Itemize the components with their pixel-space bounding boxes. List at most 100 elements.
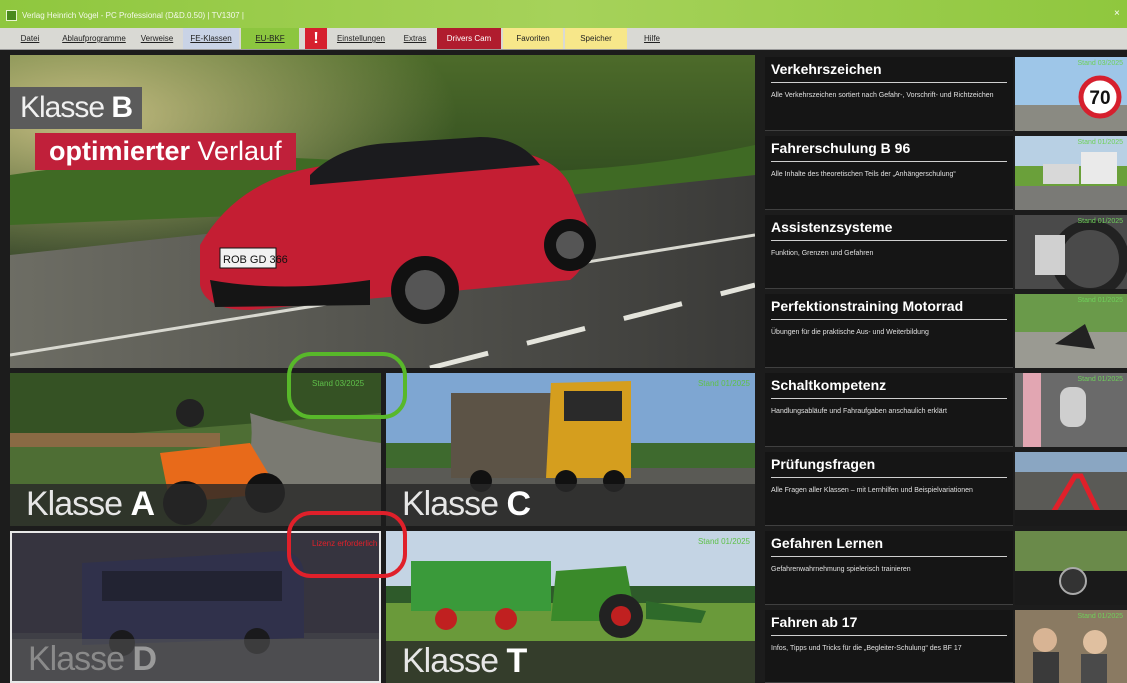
menu-drivers-cam[interactable]: Drivers Cam (437, 28, 501, 49)
dashboard-photo (1015, 531, 1127, 605)
menu-favoriten-label: Favoriten (516, 34, 550, 43)
tile-klasse-t[interactable]: Stand 01/2025 Klasse T (386, 531, 755, 683)
menu-einstellungen[interactable]: Einstellungen (329, 28, 393, 49)
tile-d-label-bar: Klasse D (12, 639, 379, 681)
sidebar-title: Prüfungsfragen (771, 456, 876, 472)
menu-datei-label: Datei (20, 34, 40, 43)
main-area: ROB GD 366 Klasse B optimierter Verlauf … (10, 55, 1127, 683)
sidebar-title: Fahren ab 17 (771, 614, 858, 630)
tile-c-letter: C (506, 485, 532, 523)
sidebar-desc: Alle Inhalte des theoretischen Teils der… (771, 171, 956, 178)
sidebar-desc: Alle Fragen aller Klassen – mit Lernhilf… (771, 487, 973, 494)
steering-wheel-photo (1015, 215, 1127, 289)
driving-view-photo (1015, 452, 1127, 526)
menu-bar: Datei Ablaufprogramme Verweise FE-Klasse… (0, 28, 1127, 50)
menu-hilfe-label: Hilfe (643, 34, 660, 43)
menu-drivers-cam-label: Drivers Cam (446, 34, 492, 43)
sidebar-title: Assistenzsysteme (771, 219, 893, 235)
stand-date-t: Stand 01/2025 (697, 537, 750, 546)
thumb-pruefungsfragen[interactable] (1015, 452, 1127, 526)
thumb-gefahren-lernen[interactable] (1015, 531, 1127, 605)
thumb-verkehrszeichen[interactable]: 70 Stand 03/2025 (1015, 57, 1127, 131)
menu-verweise[interactable]: Verweise (135, 28, 179, 49)
thumb-stand: Stand 01/2025 (1077, 376, 1123, 383)
sidebar-title: Perfektionstraining Motorrad (771, 298, 964, 314)
menu-einstellungen-label: Einstellungen (336, 34, 386, 43)
window-title: Verlag Heinrich Vogel - PC Professional … (22, 11, 244, 20)
menu-favoriten[interactable]: Favoriten (503, 28, 563, 49)
thumb-schaltkompetenz[interactable]: Stand 01/2025 (1015, 373, 1127, 447)
menu-ablaufprogramme-label: Ablaufprogramme (62, 34, 126, 43)
sidebar-desc: Gefahrenwahrnehmung spielerisch trainier… (771, 566, 911, 573)
menu-extras[interactable]: Extras (395, 28, 435, 49)
klasse-b-heading: Klasse B (10, 87, 143, 129)
menu-verweise-label: Verweise (140, 34, 174, 43)
menu-extras-label: Extras (403, 34, 427, 43)
drivers-photo (1015, 610, 1127, 683)
thumb-fahren-ab-17[interactable]: Stand 01/2025 (1015, 610, 1127, 683)
speed-limit-value: 70 (1089, 88, 1110, 109)
divider (771, 398, 1007, 399)
tile-t-prefix: Klasse (402, 642, 499, 680)
divider (771, 319, 1007, 320)
thumb-stand: Stand 01/2025 (1077, 297, 1123, 304)
tile-d-label: Klasse D (28, 640, 157, 679)
sidebar-desc: Infos, Tipps und Tricks für die „Begleit… (771, 645, 962, 652)
sidebar-desc: Übungen für die praktische Aus- und Weit… (771, 329, 929, 336)
tile-c-prefix: Klasse (402, 485, 499, 523)
sidebar-desc: Handlungsabläufe und Fahraufgaben anscha… (771, 408, 947, 415)
sidebar-item-schaltkompetenz[interactable]: Schaltkompetenz Handlungsabläufe und Fah… (765, 373, 1013, 447)
sidebar-item-fahrerschulung-b96[interactable]: Fahrerschulung B 96 Alle Inhalte des the… (765, 136, 1013, 210)
thumb-stand: Stand 01/2025 (1077, 613, 1123, 620)
divider (771, 240, 1007, 241)
divider (771, 477, 1007, 478)
menu-ablaufprogramme[interactable]: Ablaufprogramme (55, 28, 133, 49)
divider (771, 161, 1007, 162)
tile-klasse-b[interactable]: ROB GD 366 Klasse B optimierter Verlauf (10, 55, 755, 368)
optimierter-verlauf-badge: optimierter Verlauf (35, 133, 296, 170)
car-trailer-photo (1015, 136, 1127, 210)
menu-fe-klassen[interactable]: FE-Klassen (183, 28, 239, 49)
thumb-fahrerschulung[interactable]: Stand 01/2025 (1015, 136, 1127, 210)
tile-klasse-c[interactable]: Stand 01/2025 Klasse C (386, 373, 755, 526)
tile-a-label: Klasse A (26, 485, 155, 524)
app-icon (6, 10, 17, 21)
divider (771, 635, 1007, 636)
thumb-assistenzsysteme[interactable]: Stand 01/2025 (1015, 215, 1127, 289)
menu-datei[interactable]: Datei (12, 28, 48, 49)
badge-bold: optimierter (49, 136, 191, 166)
sidebar-item-fahren-ab-17[interactable]: Fahren ab 17 Infos, Tipps und Tricks für… (765, 610, 1013, 683)
sidebar-title: Verkehrszeichen (771, 61, 882, 77)
thumb-stand: Stand 01/2025 (1077, 139, 1123, 146)
klasse-b-letter: B (111, 91, 133, 124)
title-bar: Verlag Heinrich Vogel - PC Professional … (0, 0, 1127, 28)
tile-t-label: Klasse T (402, 642, 527, 681)
sidebar-desc: Funktion, Grenzen und Gefahren (771, 250, 874, 257)
thumb-motorrad[interactable]: Stand 01/2025 (1015, 294, 1127, 368)
divider (771, 82, 1007, 83)
thumb-stand: Stand 01/2025 (1077, 218, 1123, 225)
sidebar-title: Gefahren Lernen (771, 535, 884, 551)
sidebar-item-pruefungsfragen[interactable]: Prüfungsfragen Alle Fragen aller Klassen… (765, 452, 1013, 526)
sidebar-item-verkehrszeichen[interactable]: Verkehrszeichen Alle Verkehrszeichen sor… (765, 57, 1013, 131)
motorcycle-training-photo (1015, 294, 1127, 368)
menu-hilfe[interactable]: Hilfe (634, 28, 670, 49)
sidebar-item-perfektionstraining-motorrad[interactable]: Perfektionstraining Motorrad Übungen für… (765, 294, 1013, 368)
klasse-b-prefix: Klasse (20, 91, 105, 124)
badge-rest: Verlauf (190, 136, 282, 166)
close-icon[interactable]: × (1114, 8, 1120, 19)
tile-d-prefix: Klasse (28, 640, 125, 678)
speed-sign-photo: 70 (1015, 57, 1127, 131)
menu-eu-bkf[interactable]: EU-BKF (241, 28, 299, 49)
sidebar-desc: Alle Verkehrszeichen sortiert nach Gefah… (771, 92, 994, 99)
tile-c-label: Klasse C (402, 485, 532, 524)
alert-button[interactable]: ! (305, 28, 327, 49)
annotation-circle-red (287, 511, 407, 578)
tile-t-label-bar: Klasse T (386, 641, 755, 683)
sidebar-item-gefahren-lernen[interactable]: Gefahren Lernen Gefahrenwahrnehmung spie… (765, 531, 1013, 605)
sidebar-item-assistenzsysteme[interactable]: Assistenzsysteme Funktion, Grenzen und G… (765, 215, 1013, 289)
thumb-stand: Stand 03/2025 (1077, 60, 1123, 67)
tile-c-label-bar: Klasse C (386, 484, 755, 526)
menu-speicher[interactable]: Speicher (565, 28, 627, 49)
license-plate: ROB GD 366 (223, 254, 288, 266)
